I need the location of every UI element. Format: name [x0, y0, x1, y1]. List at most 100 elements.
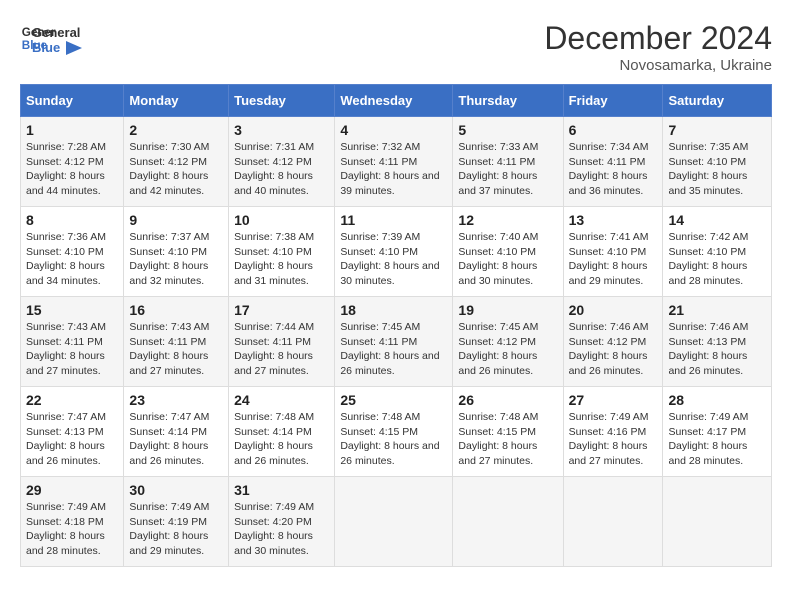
calendar-cell: 7 Sunrise: 7:35 AMSunset: 4:10 PMDaylight…: [663, 117, 772, 207]
calendar-cell: 11 Sunrise: 7:39 AMSunset: 4:10 PMDayligh…: [335, 207, 453, 297]
calendar-cell: 24 Sunrise: 7:48 AMSunset: 4:14 PMDayligh…: [229, 387, 335, 477]
calendar-cell: 9 Sunrise: 7:37 AMSunset: 4:10 PMDaylight…: [124, 207, 229, 297]
week-row-2: 8Sunrise: 7:36 AMSunset: 4:10 PMDaylight…: [21, 207, 772, 297]
calendar-cell: 25 Sunrise: 7:48 AMSunset: 4:15 PMDayligh…: [335, 387, 453, 477]
day-info: Sunrise: 7:43 AMSunset: 4:11 PMDaylight:…: [26, 320, 118, 379]
day-info: Sunrise: 7:31 AMSunset: 4:12 PMDaylight:…: [234, 140, 329, 199]
calendar-cell: 29 Sunrise: 7:49 AMSunset: 4:18 PMDayligh…: [21, 477, 124, 567]
weekday-header-saturday: Saturday: [663, 85, 772, 117]
day-number: 17: [234, 302, 329, 318]
calendar-table: SundayMondayTuesdayWednesdayThursdayFrid…: [20, 84, 772, 567]
calendar-cell: 17 Sunrise: 7:44 AMSunset: 4:11 PMDayligh…: [229, 297, 335, 387]
page-header: General Blue General Blue December 2024 …: [20, 20, 772, 74]
day-info: Sunrise: 7:39 AMSunset: 4:10 PMDaylight:…: [340, 230, 447, 289]
day-info: Sunrise: 7:48 AMSunset: 4:15 PMDaylight:…: [340, 410, 447, 469]
weekday-header-friday: Friday: [563, 85, 663, 117]
calendar-cell: 16 Sunrise: 7:43 AMSunset: 4:11 PMDayligh…: [124, 297, 229, 387]
day-info: Sunrise: 7:37 AMSunset: 4:10 PMDaylight:…: [129, 230, 223, 289]
day-info: Sunrise: 7:35 AMSunset: 4:10 PMDaylight:…: [668, 140, 766, 199]
calendar-cell: 6 Sunrise: 7:34 AMSunset: 4:11 PMDaylight…: [563, 117, 663, 207]
day-number: 6: [569, 122, 658, 138]
weekday-header-row: SundayMondayTuesdayWednesdayThursdayFrid…: [21, 85, 772, 117]
day-number: 21: [668, 302, 766, 318]
day-number: 9: [129, 212, 223, 228]
calendar-cell: [335, 477, 453, 567]
day-number: 2: [129, 122, 223, 138]
day-info: Sunrise: 7:47 AMSunset: 4:13 PMDaylight:…: [26, 410, 118, 469]
calendar-cell: [563, 477, 663, 567]
calendar-cell: 1 Sunrise: 7:28 AMSunset: 4:12 PMDaylight…: [21, 117, 124, 207]
day-number: 7: [668, 122, 766, 138]
calendar-cell: 22 Sunrise: 7:47 AMSunset: 4:13 PMDayligh…: [21, 387, 124, 477]
calendar-cell: 15Sunrise: 7:43 AMSunset: 4:11 PMDayligh…: [21, 297, 124, 387]
day-number: 27: [569, 392, 658, 408]
day-info: Sunrise: 7:49 AMSunset: 4:18 PMDaylight:…: [26, 500, 118, 559]
calendar-cell: 19Sunrise: 7:45 AMSunset: 4:12 PMDayligh…: [453, 297, 563, 387]
week-row-1: 1 Sunrise: 7:28 AMSunset: 4:12 PMDaylight…: [21, 117, 772, 207]
calendar-cell: 3 Sunrise: 7:31 AMSunset: 4:12 PMDaylight…: [229, 117, 335, 207]
day-number: 3: [234, 122, 329, 138]
day-number: 28: [668, 392, 766, 408]
calendar-cell: [453, 477, 563, 567]
day-number: 31: [234, 482, 329, 498]
calendar-cell: 8Sunrise: 7:36 AMSunset: 4:10 PMDaylight…: [21, 207, 124, 297]
calendar-cell: 4Sunrise: 7:32 AMSunset: 4:11 PMDaylight…: [335, 117, 453, 207]
day-info: Sunrise: 7:49 AMSunset: 4:17 PMDaylight:…: [668, 410, 766, 469]
day-info: Sunrise: 7:48 AMSunset: 4:15 PMDaylight:…: [458, 410, 557, 469]
calendar-cell: [663, 477, 772, 567]
calendar-cell: 31 Sunrise: 7:49 AMSunset: 4:20 PMDayligh…: [229, 477, 335, 567]
day-info: Sunrise: 7:47 AMSunset: 4:14 PMDaylight:…: [129, 410, 223, 469]
week-row-4: 22 Sunrise: 7:47 AMSunset: 4:13 PMDayligh…: [21, 387, 772, 477]
calendar-cell: 20Sunrise: 7:46 AMSunset: 4:12 PMDayligh…: [563, 297, 663, 387]
calendar-header: SundayMondayTuesdayWednesdayThursdayFrid…: [21, 85, 772, 117]
weekday-header-wednesday: Wednesday: [335, 85, 453, 117]
day-number: 10: [234, 212, 329, 228]
month-title: December 2024: [544, 20, 772, 57]
day-number: 14: [668, 212, 766, 228]
calendar-cell: 5 Sunrise: 7:33 AMSunset: 4:11 PMDaylight…: [453, 117, 563, 207]
day-number: 18: [340, 302, 447, 318]
day-number: 23: [129, 392, 223, 408]
calendar-cell: 28 Sunrise: 7:49 AMSunset: 4:17 PMDayligh…: [663, 387, 772, 477]
week-row-3: 15Sunrise: 7:43 AMSunset: 4:11 PMDayligh…: [21, 297, 772, 387]
calendar-cell: 21 Sunrise: 7:46 AMSunset: 4:13 PMDayligh…: [663, 297, 772, 387]
day-info: Sunrise: 7:38 AMSunset: 4:10 PMDaylight:…: [234, 230, 329, 289]
calendar-cell: 30Sunrise: 7:49 AMSunset: 4:19 PMDayligh…: [124, 477, 229, 567]
day-number: 29: [26, 482, 118, 498]
day-number: 5: [458, 122, 557, 138]
calendar-cell: 10 Sunrise: 7:38 AMSunset: 4:10 PMDayligh…: [229, 207, 335, 297]
day-info: Sunrise: 7:42 AMSunset: 4:10 PMDaylight:…: [668, 230, 766, 289]
day-number: 13: [569, 212, 658, 228]
day-info: Sunrise: 7:46 AMSunset: 4:13 PMDaylight:…: [668, 320, 766, 379]
day-number: 11: [340, 212, 447, 228]
day-number: 16: [129, 302, 223, 318]
day-info: Sunrise: 7:49 AMSunset: 4:20 PMDaylight:…: [234, 500, 329, 559]
day-info: Sunrise: 7:48 AMSunset: 4:14 PMDaylight:…: [234, 410, 329, 469]
calendar-cell: 23 Sunrise: 7:47 AMSunset: 4:14 PMDayligh…: [124, 387, 229, 477]
day-number: 8: [26, 212, 118, 228]
calendar-cell: 27 Sunrise: 7:49 AMSunset: 4:16 PMDayligh…: [563, 387, 663, 477]
day-info: Sunrise: 7:44 AMSunset: 4:11 PMDaylight:…: [234, 320, 329, 379]
day-info: Sunrise: 7:40 AMSunset: 4:10 PMDaylight:…: [458, 230, 557, 289]
day-info: Sunrise: 7:34 AMSunset: 4:11 PMDaylight:…: [569, 140, 658, 199]
weekday-header-thursday: Thursday: [453, 85, 563, 117]
day-number: 1: [26, 122, 118, 138]
day-number: 12: [458, 212, 557, 228]
day-info: Sunrise: 7:49 AMSunset: 4:16 PMDaylight:…: [569, 410, 658, 469]
calendar-body: 1 Sunrise: 7:28 AMSunset: 4:12 PMDaylight…: [21, 117, 772, 567]
weekday-header-monday: Monday: [124, 85, 229, 117]
day-info: Sunrise: 7:43 AMSunset: 4:11 PMDaylight:…: [129, 320, 223, 379]
day-number: 25: [340, 392, 447, 408]
day-number: 24: [234, 392, 329, 408]
day-number: 22: [26, 392, 118, 408]
day-info: Sunrise: 7:33 AMSunset: 4:11 PMDaylight:…: [458, 140, 557, 199]
day-info: Sunrise: 7:28 AMSunset: 4:12 PMDaylight:…: [26, 140, 118, 199]
logo: General Blue General Blue: [20, 20, 82, 56]
day-number: 4: [340, 122, 447, 138]
calendar-cell: 18Sunrise: 7:45 AMSunset: 4:11 PMDayligh…: [335, 297, 453, 387]
day-number: 30: [129, 482, 223, 498]
logo-blue: Blue: [32, 40, 82, 56]
calendar-cell: 13Sunrise: 7:41 AMSunset: 4:10 PMDayligh…: [563, 207, 663, 297]
day-number: 20: [569, 302, 658, 318]
calendar-cell: 12 Sunrise: 7:40 AMSunset: 4:10 PMDayligh…: [453, 207, 563, 297]
